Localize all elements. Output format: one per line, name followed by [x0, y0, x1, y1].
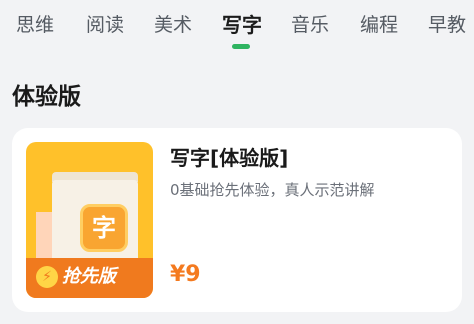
active-tab-indicator [232, 44, 250, 49]
cover-ribbon: ⚡ 抢先版 [26, 258, 153, 298]
course-price: ¥9 [170, 262, 201, 287]
tab-reading[interactable]: 阅读 [86, 10, 124, 40]
tab-writing[interactable]: 写字 [222, 10, 262, 40]
course-card[interactable]: 字 ⚡ 抢先版 写字[体验版] 0基础抢先体验，真人示范讲解 ¥9 [12, 128, 462, 312]
tab-programming[interactable]: 编程 [360, 10, 398, 40]
lightning-icon: ⚡ [36, 266, 58, 288]
category-tabs: 思维 阅读 美术 写字 音乐 编程 早教 [0, 0, 474, 60]
course-subtitle: 0基础抢先体验，真人示范讲解 [170, 181, 375, 199]
cover-char-tile: 字 [80, 204, 128, 252]
tab-thinking[interactable]: 思维 [16, 10, 54, 40]
cover-char: 字 [92, 214, 116, 242]
course-title: 写字[体验版] [170, 146, 289, 170]
cover-ribbon-label: 抢先版 [62, 266, 116, 287]
tab-art[interactable]: 美术 [154, 10, 192, 40]
tab-music[interactable]: 音乐 [291, 10, 329, 40]
course-cover-image: 字 ⚡ 抢先版 [26, 142, 153, 298]
tab-early-education[interactable]: 早教 [428, 10, 466, 40]
section-title: 体验版 [12, 84, 81, 110]
